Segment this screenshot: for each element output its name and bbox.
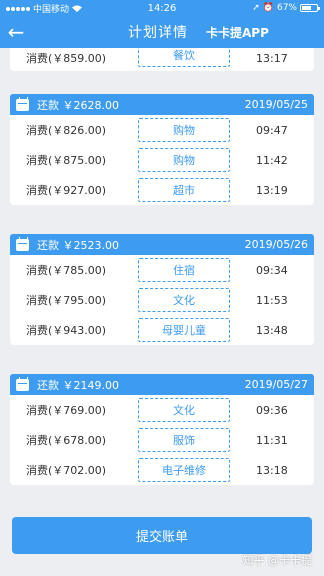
consume-amount: 消费(￥943.00) — [26, 324, 107, 337]
category-tag[interactable]: 住宿 — [138, 258, 230, 282]
category-tag[interactable]: 文化 — [138, 288, 230, 312]
consume-amount: 消费(￥795.00) — [26, 294, 107, 307]
consume-time: 13:48 — [256, 323, 288, 337]
calendar-icon — [16, 96, 29, 111]
category-tag[interactable]: 购物 — [138, 118, 230, 142]
consume-amount: 消费(￥785.00) — [26, 264, 107, 277]
consume-time: 11:53 — [256, 293, 288, 307]
consume-time: 09:36 — [256, 403, 288, 417]
list-item: 消费(￥795.00) 文化 11:53 — [10, 285, 314, 315]
category-tag[interactable]: 超市 — [138, 178, 230, 202]
consume-time: 13:19 — [256, 183, 288, 197]
previous-group: 消费(￥859.00) 餐饮 13:17 — [10, 48, 314, 71]
consume-time: 09:34 — [256, 263, 288, 277]
category-tag[interactable]: 母婴儿童 — [138, 318, 230, 342]
repay-header: 还款 ￥2149.00 2019/05/27 — [10, 374, 314, 395]
consume-amount: 消费(￥702.00) — [26, 464, 107, 477]
status-bar: 中国移动 14:26 ➚ ⏰ 67% — [0, 0, 324, 16]
list-item: 消费(￥769.00) 文化 09:36 — [10, 395, 314, 425]
category-tag[interactable]: 文化 — [138, 398, 230, 422]
consume-amount: 消费(￥859.00) — [26, 52, 107, 65]
category-tag[interactable]: 购物 — [138, 148, 230, 172]
consume-amount: 消费(￥927.00) — [26, 184, 107, 197]
repay-group: 还款 ￥2523.00 2019/05/26 消费(￥785.00) 住宿 09… — [10, 234, 314, 345]
calendar-icon — [16, 236, 29, 251]
list-item: 消费(￥859.00) 餐饮 13:17 — [10, 48, 314, 71]
location-icon: ➚ — [252, 3, 260, 13]
repay-group: 还款 ￥2628.00 2019/05/25 消费(￥826.00) 购物 09… — [10, 94, 314, 205]
header: 中国移动 14:26 ➚ ⏰ 67% ← 计划详情 卡卡提APP — [0, 0, 324, 48]
consume-time: 11:31 — [256, 433, 288, 447]
calendar-icon — [16, 376, 29, 391]
watermark: 知乎 @卡卡提 — [242, 554, 313, 567]
alarm-icon: ⏰ — [262, 3, 274, 13]
category-tag[interactable]: 电子维修 — [138, 458, 230, 482]
arrow-left-icon: ← — [7, 20, 25, 44]
consume-amount: 消费(￥826.00) — [26, 124, 107, 137]
repay-amount: 还款 ￥2628.00 — [37, 98, 119, 112]
repay-date: 2019/05/27 — [244, 378, 308, 391]
consume-amount: 消费(￥769.00) — [26, 404, 107, 417]
submit-bill-button[interactable]: 提交账单 — [12, 517, 312, 554]
consume-amount: 消费(￥875.00) — [26, 154, 107, 167]
list-item: 消费(￥927.00) 超市 13:19 — [10, 175, 314, 205]
consume-amount: 消费(￥678.00) — [26, 434, 107, 447]
repay-date: 2019/05/26 — [244, 238, 308, 251]
category-tag[interactable]: 餐饮 — [138, 48, 230, 67]
list-item: 消费(￥785.00) 住宿 09:34 — [10, 255, 314, 285]
back-button[interactable]: ← — [0, 16, 32, 48]
app-name: 卡卡提APP — [206, 25, 269, 40]
list-item: 消费(￥826.00) 购物 09:47 — [10, 115, 314, 145]
repay-amount: 还款 ￥2149.00 — [37, 378, 119, 392]
repay-header: 还款 ￥2523.00 2019/05/26 — [10, 234, 314, 255]
list-item: 消费(￥875.00) 购物 11:42 — [10, 145, 314, 175]
battery-percent: 67% — [276, 3, 297, 13]
repay-amount: 还款 ￥2523.00 — [37, 238, 119, 252]
list-item: 消费(￥702.00) 电子维修 13:18 — [10, 455, 314, 485]
list-item: 消费(￥678.00) 服饰 11:31 — [10, 425, 314, 455]
battery-icon — [300, 4, 320, 12]
plan-list[interactable]: 消费(￥859.00) 餐饮 13:17 还款 ￥2628.00 2019/05… — [0, 48, 324, 503]
repay-date: 2019/05/25 — [244, 98, 308, 111]
list-item: 消费(￥943.00) 母婴儿童 13:48 — [10, 315, 314, 345]
consume-time: 13:18 — [256, 463, 288, 477]
page-title: 计划详情 — [128, 25, 188, 41]
category-tag[interactable]: 服饰 — [138, 428, 230, 452]
repay-group: 还款 ￥2149.00 2019/05/27 消费(￥769.00) 文化 09… — [10, 374, 314, 485]
repay-header: 还款 ￥2628.00 2019/05/25 — [10, 94, 314, 115]
nav-bar: ← 计划详情 卡卡提APP — [0, 16, 324, 48]
consume-time: 13:17 — [256, 51, 288, 65]
consume-time: 11:42 — [256, 153, 288, 167]
consume-time: 09:47 — [256, 123, 288, 137]
